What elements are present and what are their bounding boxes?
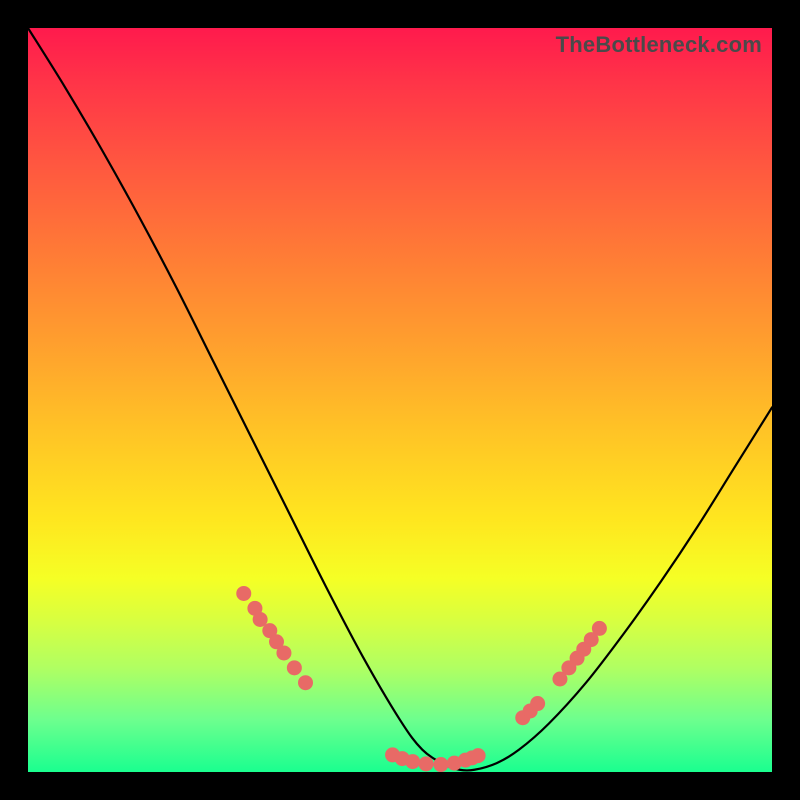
highlight-dot (298, 675, 313, 690)
highlight-dot (405, 754, 420, 769)
highlight-dot (419, 756, 434, 771)
chart-svg (28, 28, 772, 772)
highlight-dot (530, 696, 545, 711)
highlight-dot (592, 621, 607, 636)
highlight-dot (287, 660, 302, 675)
highlight-dot (471, 748, 486, 763)
highlight-dot (276, 645, 291, 660)
chart-frame: TheBottleneck.com (0, 0, 800, 800)
highlight-dots (236, 586, 607, 772)
highlight-dot (236, 586, 251, 601)
highlight-dot (433, 757, 448, 772)
bottleneck-curve (28, 28, 772, 771)
plot-area: TheBottleneck.com (28, 28, 772, 772)
